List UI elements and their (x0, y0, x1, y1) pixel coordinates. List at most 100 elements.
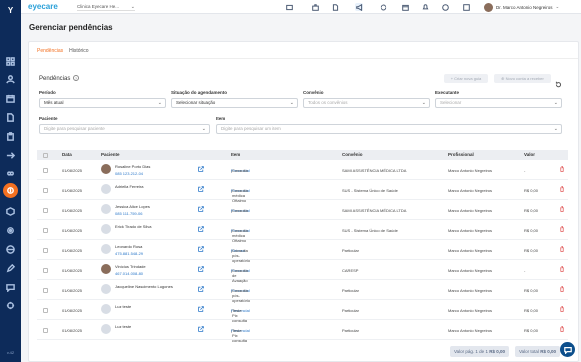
situacao-label: Situação do agendamento (171, 90, 228, 95)
external-link-icon[interactable] (198, 186, 204, 192)
clipboard-icon[interactable] (5, 131, 16, 142)
create-guide-button[interactable]: + Criar nova guia (444, 74, 488, 83)
help-icon[interactable]: ? (73, 75, 80, 81)
external-link-icon[interactable] (198, 326, 204, 332)
row-checkbox[interactable] (43, 248, 48, 253)
file-icon[interactable] (5, 112, 16, 123)
row-profissional: Marco Antonio Negreiros (448, 248, 493, 253)
page-value: Valor pág. 1 de 1 R$ 0,00 (450, 346, 509, 357)
row-phone: 085 111.759-06 (115, 211, 143, 216)
trash-icon[interactable] (559, 246, 565, 252)
row-patient: Luz teste (115, 304, 132, 309)
select-all-checkbox[interactable] (43, 153, 48, 158)
chat-button[interactable] (560, 342, 575, 357)
megaphone-icon[interactable] (355, 3, 363, 11)
item-input[interactable]: Digite para pesquisar um item ⌄ (216, 124, 562, 134)
row-valor: R$ 0,00 (524, 208, 539, 213)
row-patient: Erick Tirado de Silva (115, 224, 152, 229)
support-icon[interactable] (5, 300, 16, 311)
briefcase-icon[interactable] (311, 3, 319, 11)
row-checkbox[interactable] (43, 228, 48, 233)
box-icon[interactable] (5, 206, 16, 217)
table-row[interactable]: 01/08/2025 Rosaline Porto Dias 085 123.212… (37, 160, 568, 180)
bell-icon[interactable] (421, 3, 429, 11)
sidebar-logo[interactable]: Y (0, 6, 21, 15)
trash-icon[interactable] (559, 306, 565, 312)
col-paciente: Paciente (101, 152, 120, 157)
row-profissional: Marco Antonio Negreiros (448, 308, 493, 313)
row-item-name: Consulta (232, 208, 248, 213)
globe-icon[interactable] (5, 244, 16, 255)
row-valor: - (524, 268, 526, 273)
table-row[interactable]: 01/08/2025 Jessica Alice Lopes 085 111.759… (37, 200, 568, 220)
row-checkbox[interactable] (43, 288, 48, 293)
row-convenio: CARESP (342, 268, 359, 273)
new-receivable-button[interactable]: ⊕ Novo conta a receber (494, 74, 551, 83)
trash-icon[interactable] (559, 206, 565, 212)
table-row[interactable]: 01/08/2025 Vinícius Trindade 467.014.008-8… (37, 260, 568, 283)
users-icon[interactable] (5, 74, 16, 85)
table-row[interactable]: 01/08/2025 Jacqueline Nascimento Lugones P… (37, 280, 568, 303)
row-checkbox[interactable] (43, 208, 48, 213)
external-link-icon[interactable] (198, 246, 204, 252)
total-value-amount: R$ 0,00 (540, 349, 556, 354)
calendar-top-icon[interactable] (401, 3, 409, 11)
settings-icon[interactable] (5, 225, 16, 236)
notification-icon[interactable] (285, 3, 293, 11)
row-convenio: SUS - Sistema Único de Saúde (342, 228, 398, 233)
external-link-icon[interactable] (198, 266, 204, 272)
trash-icon[interactable] (559, 226, 565, 232)
external-link-icon[interactable] (198, 286, 204, 292)
convenio-select[interactable]: Todos os convênios ⌄ (303, 98, 430, 108)
document-icon[interactable] (331, 3, 339, 11)
external-link-icon[interactable] (198, 166, 204, 172)
col-item: Item (231, 152, 241, 157)
grid-icon[interactable] (5, 56, 16, 67)
finance-icon[interactable] (3, 183, 18, 198)
trash-icon[interactable] (559, 266, 565, 272)
external-link-icon[interactable] (198, 226, 204, 232)
page-title: Gerenciar pendências (29, 23, 113, 32)
chat-icon[interactable] (5, 282, 16, 293)
table-row[interactable]: 01/08/2025 Erick Tirado de Silva Presencia… (37, 220, 568, 243)
situacao-select[interactable]: Selecionar situação ⌄ (171, 98, 298, 108)
external-link-icon[interactable] (198, 306, 204, 312)
row-date: 01/08/2025 (62, 328, 83, 333)
clinic-select-value: Clinica Eyecare He... (77, 4, 120, 9)
row-checkbox[interactable] (43, 168, 48, 173)
trash-icon[interactable] (559, 166, 565, 172)
brand-logo[interactable]: eyecare (28, 2, 58, 11)
row-checkbox[interactable] (43, 268, 48, 273)
external-link-icon[interactable] (198, 206, 204, 212)
periodo-select[interactable]: Mês atual ⌄ (39, 98, 166, 108)
calendar-icon[interactable] (5, 93, 16, 104)
sync-icon[interactable] (379, 3, 387, 11)
apps-icon[interactable] (462, 3, 470, 11)
tab-divider (29, 58, 578, 59)
user-menu[interactable]: Dr. Marco Antonio Negreiros ⌄ (484, 2, 559, 12)
paciente-input[interactable]: Digite para pesquisar paciente ⌄ (39, 124, 210, 134)
executante-select[interactable]: Selecionar ⌄ (435, 98, 562, 108)
table-row[interactable]: 01/08/2025 Leonardo Rosa 475.881.548-29 Ret… (37, 240, 568, 263)
row-patient: Jessica Alice Lopes (115, 204, 150, 209)
row-checkbox[interactable] (43, 308, 48, 313)
trash-icon[interactable] (559, 186, 565, 192)
pen-icon[interactable] (5, 263, 16, 274)
table-row[interactable]: 01/08/2025 Adriella Ferreira Presencial | … (37, 180, 568, 203)
periodo-label: Período (39, 90, 56, 95)
arrow-icon[interactable] (5, 150, 16, 161)
help-icon[interactable] (441, 3, 449, 11)
row-date: 01/08/2025 (62, 248, 83, 253)
infinity-icon[interactable] (5, 168, 16, 179)
avatar (101, 204, 111, 214)
row-checkbox[interactable] (43, 328, 48, 333)
row-date: 01/08/2025 (62, 308, 83, 313)
clinic-select[interactable]: Clinica Eyecare He... ⌄ (77, 3, 135, 11)
trash-icon[interactable] (559, 326, 565, 332)
refresh-icon[interactable] (555, 75, 562, 88)
avatar (101, 264, 111, 274)
trash-icon[interactable] (559, 286, 565, 292)
row-checkbox[interactable] (43, 188, 48, 193)
table-row[interactable]: 01/08/2025 Luz teste Presencial | Teste Pi… (37, 300, 568, 323)
table-row[interactable]: 01/08/2025 Luz teste Presencial | Teste Pi… (37, 320, 568, 343)
